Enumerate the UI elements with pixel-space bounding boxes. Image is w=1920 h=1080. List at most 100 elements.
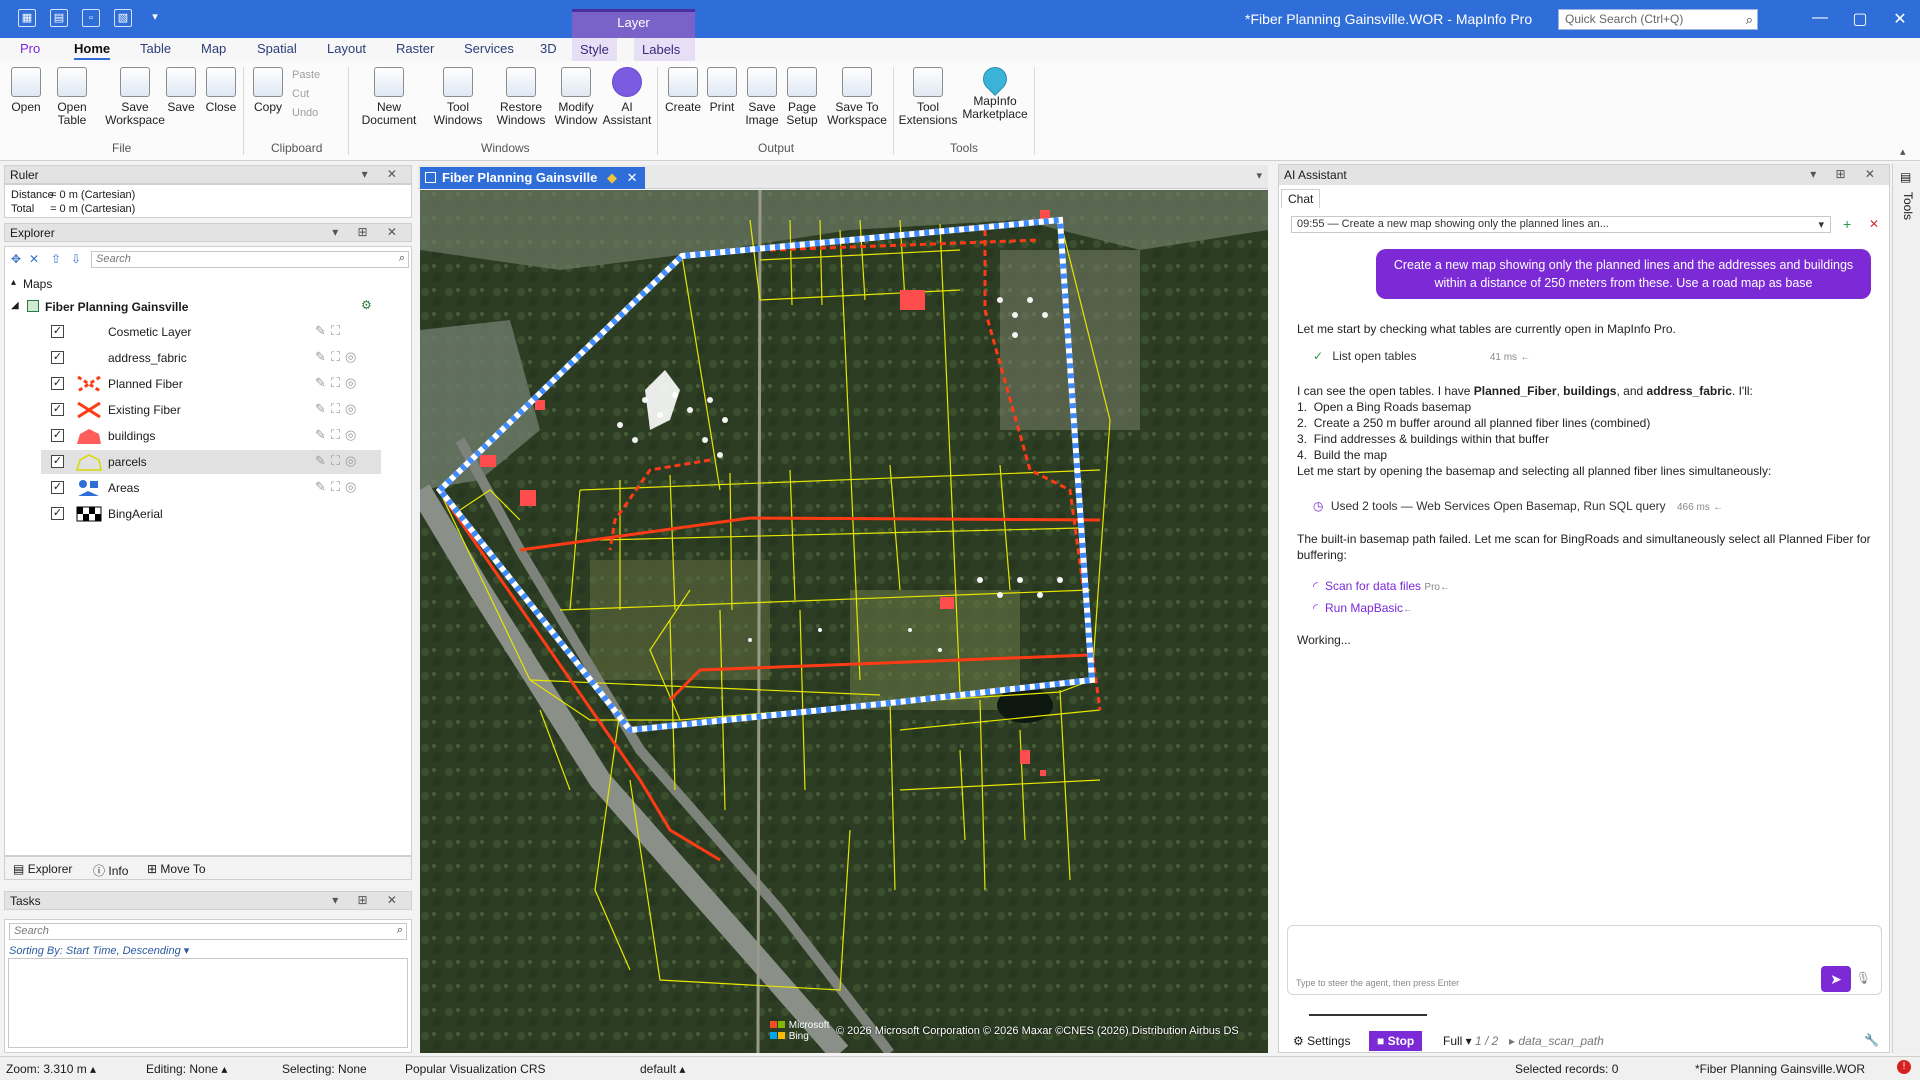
layer-row-areas[interactable]: ✓ Areas ✎⛶◎ <box>5 476 411 500</box>
layer-row-address-fabric[interactable]: ✓ address_fabric ✎⛶◎ <box>5 346 411 370</box>
layer-tools[interactable]: ✎⛶ <box>315 323 345 339</box>
layer-tools[interactable]: ✎⛶◎ <box>315 349 361 365</box>
tab-explorer[interactable]: ▤ Explorer <box>13 862 72 876</box>
explorer-search-input[interactable]: Search ⌕ <box>91 251 409 268</box>
tab-info[interactable]: ⓘ Info <box>93 862 128 879</box>
tool-call-run-mapbasic[interactable]: ◜ Run MapBasic← <box>1313 601 1413 615</box>
layer-visibility-checkbox[interactable]: ✓ <box>51 403 64 416</box>
remove-layer-icon[interactable]: ✕ <box>29 252 39 266</box>
add-layer-icon[interactable]: ✥ <box>11 252 21 266</box>
layer-tools[interactable]: ✎⛶◎ <box>315 453 361 469</box>
tab-style[interactable]: Style <box>572 38 617 61</box>
crs-status[interactable]: Popular Visualization CRS <box>405 1062 546 1076</box>
delete-session-icon[interactable]: ✕ <box>1869 217 1879 231</box>
panel-controls[interactable]: ▾ ✕ <box>362 167 405 181</box>
save-workspace-button[interactable]: Save Workspace <box>104 67 166 127</box>
open-button[interactable]: Open <box>10 67 42 114</box>
maps-node[interactable]: ▴ Maps <box>5 273 411 297</box>
layer-visibility-checkbox[interactable]: ✓ <box>51 325 64 338</box>
tab-services[interactable]: Services <box>464 41 514 56</box>
copy-button[interactable]: Copy <box>251 67 285 114</box>
create-pdf-button[interactable]: Create <box>664 67 702 114</box>
close-tab-icon[interactable]: ✕ <box>627 170 638 185</box>
layer-row-existing-fiber[interactable]: ✓ Existing Fiber ✎⛶◎ <box>5 398 411 422</box>
map-node[interactable]: ◢ Fiber Planning Gainsville ⚙ <box>5 295 411 319</box>
marketplace-button[interactable]: MapInfo Marketplace <box>960 62 1030 121</box>
undo-button[interactable]: Undo <box>292 107 318 119</box>
tab-3d[interactable]: 3D <box>540 41 557 56</box>
tab-raster[interactable]: Raster <box>396 41 434 56</box>
tab-pro[interactable]: Pro <box>20 41 40 56</box>
layer-tools[interactable]: ✎⛶◎ <box>315 375 361 391</box>
expand-icon[interactable]: ◢ <box>11 300 19 311</box>
session-select[interactable]: 09:55 — Create a new map showing only th… <box>1291 216 1831 233</box>
app-menu-icon[interactable]: ▦ <box>18 9 36 27</box>
mode-dropdown[interactable]: Full ▾ <box>1443 1034 1472 1048</box>
quick-search-input[interactable]: Quick Search (Ctrl+Q) ⌕ <box>1558 9 1758 30</box>
collapse-icon[interactable]: ▴ <box>11 277 16 288</box>
layer-visibility-checkbox[interactable]: ✓ <box>51 507 64 520</box>
move-down-icon[interactable]: ⇩ <box>71 252 81 266</box>
close-icon[interactable]: ✕ <box>1888 9 1912 29</box>
tab-layout[interactable]: Layout <box>327 41 366 56</box>
tab-chat[interactable]: Chat <box>1281 189 1321 208</box>
map-settings-icon[interactable]: ⚙ <box>361 298 372 312</box>
collapse-ribbon-icon[interactable]: ▴ <box>1900 145 1906 158</box>
tools-side-strip[interactable]: ▤ Tools <box>1892 164 1920 1053</box>
tasks-sort-dropdown[interactable]: Sorting By: Start Time, Descending ▾ <box>9 944 189 957</box>
save-image-button[interactable]: Save Image <box>743 67 781 127</box>
panel-controls[interactable]: ▾ ⊞ ✕ <box>332 893 405 907</box>
layer-visibility-checkbox[interactable]: ✓ <box>51 377 64 390</box>
move-up-icon[interactable]: ⇧ <box>51 252 61 266</box>
wrench-icon[interactable]: 🔧 <box>1864 1033 1879 1047</box>
style-status[interactable]: default ▴ <box>640 1062 685 1076</box>
print-button[interactable]: Print <box>705 67 739 114</box>
editing-status[interactable]: Editing: None ▴ <box>146 1062 227 1076</box>
search-icon[interactable]: ⌕ <box>399 252 405 265</box>
layer-visibility-checkbox[interactable]: ✓ <box>51 351 64 364</box>
new-document-button[interactable]: New Document <box>356 67 422 127</box>
layer-row-buildings[interactable]: ✓ buildings ✎⛶◎ <box>5 424 411 448</box>
zoom-status[interactable]: Zoom: 3.310 m ▴ <box>6 1062 96 1076</box>
save-icon[interactable]: ▫ <box>82 9 100 27</box>
map-canvas[interactable] <box>420 190 1268 1053</box>
restore-windows-button[interactable]: Restore Windows <box>494 67 548 127</box>
ai-assistant-button[interactable]: AI Assistant <box>602 67 652 127</box>
layer-visibility-checkbox[interactable]: ✓ <box>51 455 64 468</box>
layer-row-cosmetic[interactable]: ✓ Cosmetic Layer ✎⛶ <box>5 320 411 344</box>
layer-tools[interactable]: ✎⛶◎ <box>315 401 361 417</box>
tab-labels[interactable]: Labels <box>634 38 695 61</box>
microphone-icon[interactable]: 🎙 <box>1856 971 1871 985</box>
layer-tools[interactable]: ✎⛶◎ <box>315 427 361 443</box>
tab-map[interactable]: Map <box>201 41 226 56</box>
open-workspace-icon[interactable]: ▤ <box>50 9 68 27</box>
page-setup-button[interactable]: Page Setup <box>782 67 822 127</box>
agent-prompt-input[interactable]: Type to steer the agent, then press Ente… <box>1287 925 1882 995</box>
tool-call-scan-data-files[interactable]: ◜ Scan for data files Pro← <box>1313 579 1450 593</box>
resize-handle[interactable] <box>1309 1014 1427 1016</box>
maximize-icon[interactable]: ▢ <box>1848 9 1872 29</box>
layout-icon[interactable]: ▧ <box>114 9 132 27</box>
open-table-button[interactable]: Open Table <box>52 67 92 127</box>
save-to-workspace-button[interactable]: Save To Workspace <box>826 67 888 127</box>
panel-controls[interactable]: ▾ ⊞ ✕ <box>332 225 405 239</box>
layer-row-planned-fiber[interactable]: ✓ Planned Fiber ✎⛶◎ <box>5 372 411 396</box>
tool-windows-button[interactable]: Tool Windows <box>428 67 488 127</box>
save-button[interactable]: Save <box>166 67 196 114</box>
panel-controls[interactable]: ▾ ⊞ ✕ <box>1810 167 1883 181</box>
tab-move-to[interactable]: ⊞ Move To <box>147 862 206 876</box>
stop-button[interactable]: ■ Stop <box>1369 1031 1423 1051</box>
tab-list-dropdown-icon[interactable]: ▾ <box>1256 169 1262 182</box>
tab-home[interactable]: Home <box>74 41 111 60</box>
minimize-icon[interactable]: — <box>1808 9 1832 27</box>
new-session-icon[interactable]: + <box>1843 216 1851 232</box>
settings-button[interactable]: ⚙ Settings <box>1293 1034 1350 1048</box>
layer-tools[interactable]: ✎⛶◎ <box>315 479 361 495</box>
layer-row-parcels[interactable]: ✓ parcels ✎⛶◎ <box>41 450 381 474</box>
pin-icon[interactable]: ◆ <box>607 170 617 185</box>
close-button[interactable]: Close <box>205 67 237 114</box>
layer-visibility-checkbox[interactable]: ✓ <box>51 429 64 442</box>
cut-button[interactable]: Cut <box>292 88 309 100</box>
search-icon[interactable]: ⌕ <box>1746 12 1753 28</box>
layer-visibility-checkbox[interactable]: ✓ <box>51 481 64 494</box>
